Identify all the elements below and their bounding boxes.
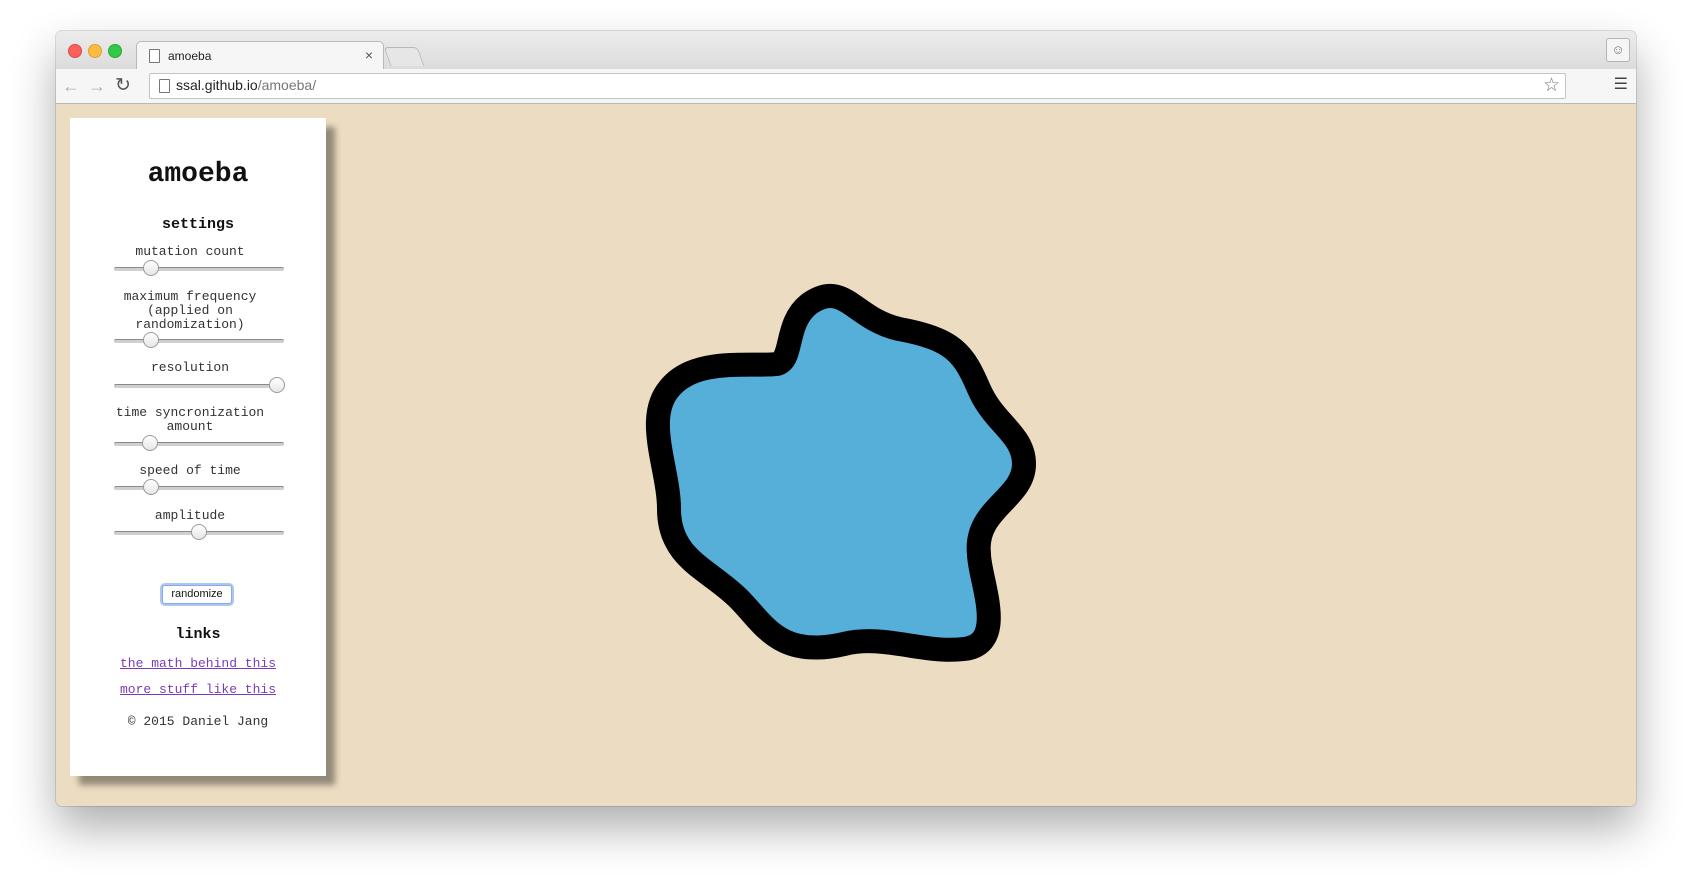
hamburger-menu-icon[interactable]: ☰ bbox=[1614, 77, 1628, 93]
time-syncronization-label: time syncronization amount bbox=[115, 405, 265, 434]
back-arrow-icon[interactable]: ← bbox=[60, 75, 82, 97]
slider-thumb[interactable] bbox=[143, 479, 160, 495]
forward-arrow-icon[interactable]: → bbox=[86, 75, 108, 97]
address-bar[interactable]: ssal.github.io/amoeba/ ☆ bbox=[149, 73, 1566, 99]
slider-thumb[interactable] bbox=[143, 260, 160, 276]
minimize-window-button[interactable] bbox=[88, 44, 102, 58]
settings-panel: amoeba settings mutation count maximum f… bbox=[70, 118, 326, 776]
mutation-count-label: mutation count bbox=[135, 244, 245, 259]
slider-thumb[interactable] bbox=[143, 332, 160, 348]
speed-of-time-slider[interactable] bbox=[114, 479, 284, 495]
randomize-button[interactable]: randomize bbox=[162, 585, 232, 604]
slider-thumb[interactable] bbox=[191, 524, 207, 540]
browser-toolbar: ← → ↻ ssal.github.io/amoeba/ ☆ ☰ bbox=[56, 69, 1636, 104]
page-title: amoeba bbox=[147, 159, 249, 190]
resolution-slider[interactable] bbox=[114, 377, 286, 393]
slider-thumb[interactable] bbox=[141, 435, 158, 451]
zoom-window-button[interactable] bbox=[108, 44, 122, 58]
speed-of-time-label: speed of time bbox=[139, 463, 241, 478]
tab-amoeba[interactable]: amoeba × bbox=[136, 41, 384, 71]
time-syncronization-slider[interactable] bbox=[114, 435, 284, 451]
maximum-frequency-slider[interactable] bbox=[114, 332, 284, 348]
amoeba-shape bbox=[645, 283, 1036, 662]
slider-track bbox=[114, 267, 284, 271]
url-host: ssal.github.io bbox=[176, 77, 258, 93]
amplitude-label: amplitude bbox=[154, 508, 226, 523]
links-heading: links bbox=[175, 626, 221, 643]
slider-track bbox=[114, 384, 284, 388]
mutation-count-slider[interactable] bbox=[114, 260, 284, 276]
page-viewport: amoeba settings mutation count maximum f… bbox=[56, 104, 1636, 806]
slider-track bbox=[114, 442, 284, 446]
tab-close-icon[interactable]: × bbox=[365, 47, 373, 63]
tab-title: amoeba bbox=[168, 49, 212, 63]
math-behind-link[interactable]: the math behind this bbox=[70, 656, 326, 671]
amplitude-slider[interactable] bbox=[114, 524, 284, 540]
profile-icon[interactable]: ☺ bbox=[1606, 38, 1630, 62]
title-bar: amoeba × ☺ bbox=[56, 31, 1636, 71]
page-icon bbox=[159, 79, 170, 93]
reload-icon[interactable]: ↻ bbox=[112, 75, 134, 97]
new-tab-button[interactable] bbox=[383, 47, 425, 66]
slider-track bbox=[114, 339, 284, 343]
more-stuff-link[interactable]: more stuff like this bbox=[70, 682, 326, 697]
close-window-button[interactable] bbox=[68, 44, 82, 58]
maximum-frequency-label: maximum frequency (applied on randomizat… bbox=[123, 289, 257, 332]
document-icon bbox=[149, 49, 160, 63]
resolution-label: resolution bbox=[150, 360, 229, 375]
amoeba-canvas bbox=[645, 283, 1036, 662]
url-text[interactable]: ssal.github.io/amoeba/ bbox=[176, 77, 316, 93]
copyright-text: © 2015 Daniel Jang bbox=[127, 714, 269, 729]
slider-thumb[interactable] bbox=[269, 377, 286, 393]
slider-track bbox=[114, 486, 284, 490]
star-icon[interactable]: ☆ bbox=[1543, 74, 1560, 97]
browser-window: amoeba × ☺ ← → ↻ ssal.github.io/amoeba/ … bbox=[56, 31, 1636, 806]
settings-heading: settings bbox=[161, 216, 234, 233]
url-path: /amoeba/ bbox=[257, 77, 317, 93]
